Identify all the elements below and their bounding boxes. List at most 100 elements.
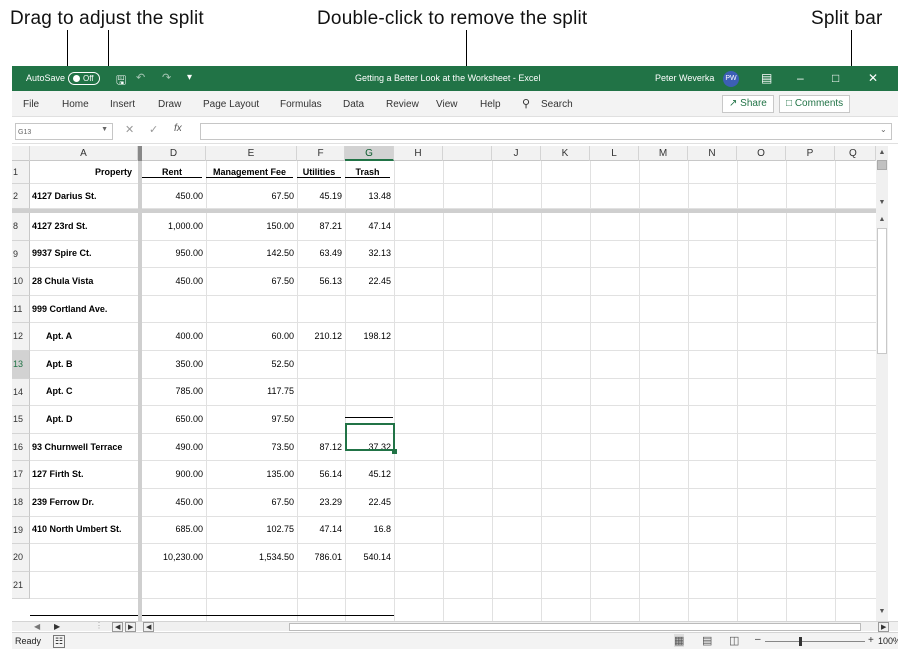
enter-icon[interactable]: ✓: [149, 123, 158, 136]
customize-icon[interactable]: ▾: [187, 72, 192, 83]
cell-g12[interactable]: 198.12: [345, 331, 391, 341]
cell-f16[interactable]: 87.12: [297, 442, 342, 452]
row-header-20[interactable]: 20: [12, 544, 30, 572]
cell-g9[interactable]: 32.13: [345, 248, 391, 258]
cell-a2[interactable]: 4127 Darius St.: [32, 191, 97, 201]
row-header-2[interactable]: 2: [12, 184, 30, 209]
tab-help[interactable]: Help: [480, 99, 501, 110]
zoom-out-icon[interactable]: –: [755, 634, 761, 645]
cell-e8[interactable]: 150.00: [206, 221, 294, 231]
vertical-scrollbar[interactable]: ▲ ▼ ▲ ▼: [876, 146, 888, 621]
cell-f17[interactable]: 56.14: [297, 469, 342, 479]
cell-e16[interactable]: 73.50: [206, 442, 294, 452]
cell-a14[interactable]: Apt. C: [46, 386, 73, 396]
row-header-18[interactable]: 18: [12, 489, 30, 517]
cell-a15[interactable]: Apt. D: [46, 414, 73, 424]
column-header-i[interactable]: [443, 146, 492, 161]
page-layout-view-icon[interactable]: ▤: [702, 634, 712, 647]
cancel-icon[interactable]: ✕: [125, 123, 134, 136]
prev-sheet-icon[interactable]: ◀: [34, 622, 40, 631]
search-icon[interactable]: ⚲: [522, 97, 530, 110]
accessibility-icon[interactable]: ☷: [53, 635, 66, 648]
scroll-down-top-icon[interactable]: ▼: [876, 197, 888, 209]
tab-data[interactable]: Data: [343, 99, 364, 110]
chevron-down-icon[interactable]: ▼: [101, 126, 108, 133]
active-cell-g13[interactable]: [345, 423, 395, 451]
tab-formulas[interactable]: Formulas: [280, 99, 322, 110]
cell-d1[interactable]: Rent: [142, 167, 202, 178]
cell-a17[interactable]: 127 Firth St.: [32, 469, 84, 479]
column-header-o[interactable]: O: [737, 146, 786, 161]
save-icon[interactable]: 🖫: [116, 71, 126, 92]
tab-split-handle-icon[interactable]: ⋮: [95, 621, 103, 630]
scroll-left-right-pane-icon[interactable]: ◀: [143, 622, 155, 632]
row-header-1[interactable]: 1: [12, 161, 30, 184]
cell-f1[interactable]: Utilities: [297, 167, 341, 178]
column-header-p[interactable]: P: [786, 146, 835, 161]
cell-d20[interactable]: 10,230.00: [142, 552, 203, 562]
cell-d18[interactable]: 450.00: [142, 497, 203, 507]
cell-d2[interactable]: 450.00: [142, 191, 203, 201]
column-header-d[interactable]: D: [142, 146, 206, 161]
cell-f2[interactable]: 45.19: [297, 191, 342, 201]
tab-draw[interactable]: Draw: [158, 99, 181, 110]
cell-g1[interactable]: Trash: [345, 167, 390, 178]
maximize-icon[interactable]: □: [832, 71, 839, 85]
search-box[interactable]: Search: [541, 99, 573, 110]
tab-file[interactable]: File: [23, 99, 39, 110]
scroll-divider-icon[interactable]: ▶: [125, 622, 137, 632]
cell-e14[interactable]: 117.75: [206, 386, 294, 396]
tab-review[interactable]: Review: [386, 99, 419, 110]
cell-d12[interactable]: 400.00: [142, 331, 203, 341]
cell-d14[interactable]: 785.00: [142, 386, 203, 396]
column-header-a[interactable]: A: [30, 146, 138, 161]
share-button[interactable]: ↗ Share: [722, 95, 774, 113]
column-header-m[interactable]: M: [639, 146, 688, 161]
cell-f10[interactable]: 56.13: [297, 276, 342, 286]
cell-f8[interactable]: 87.21: [297, 221, 342, 231]
close-icon[interactable]: ✕: [868, 71, 878, 85]
cell-e13[interactable]: 52.50: [206, 359, 294, 369]
page-break-view-icon[interactable]: ◫: [729, 634, 739, 647]
cell-g10[interactable]: 22.45: [345, 276, 391, 286]
cell-a9[interactable]: 9937 Spire Ct.: [32, 248, 92, 258]
scroll-down-icon[interactable]: ▼: [876, 606, 888, 618]
cell-a13[interactable]: Apt. B: [46, 359, 73, 369]
cell-d8[interactable]: 1,000.00: [142, 221, 203, 231]
cell-e18[interactable]: 67.50: [206, 497, 294, 507]
cell-e19[interactable]: 102.75: [206, 524, 294, 534]
cell-g8[interactable]: 47.14: [345, 221, 391, 231]
tab-insert[interactable]: Insert: [110, 99, 135, 110]
cell-a18[interactable]: 239 Ferrow Dr.: [32, 497, 94, 507]
cell-a12[interactable]: Apt. A: [46, 331, 72, 341]
cell-a8[interactable]: 4127 23rd St.: [32, 221, 88, 231]
fill-handle[interactable]: [392, 449, 397, 454]
row-header-21[interactable]: 21: [12, 571, 30, 600]
cell-g17[interactable]: 45.12: [345, 469, 391, 479]
cell-g19[interactable]: 16.8: [345, 524, 391, 534]
row-header-10[interactable]: 10: [12, 268, 30, 296]
column-header-g[interactable]: G: [345, 146, 394, 161]
cell-g18[interactable]: 22.45: [345, 497, 391, 507]
ribbon-display-icon[interactable]: ▤: [761, 71, 772, 85]
row-header-15[interactable]: 15: [12, 406, 30, 434]
row-header-9[interactable]: 9: [12, 240, 30, 269]
row-header-14[interactable]: 14: [12, 378, 30, 407]
cell-e2[interactable]: 67.50: [206, 191, 294, 201]
row-header-12[interactable]: 12: [12, 323, 30, 351]
cell-f9[interactable]: 63.49: [297, 248, 342, 258]
scroll-thumb-top[interactable]: [877, 160, 887, 170]
user-avatar[interactable]: PW: [723, 71, 739, 87]
row-header-11[interactable]: 11: [12, 295, 30, 324]
column-header-l[interactable]: L: [590, 146, 639, 161]
minimize-icon[interactable]: –: [797, 71, 804, 85]
formula-input[interactable]: [200, 123, 892, 140]
cell-a1[interactable]: Property: [30, 167, 138, 177]
tab-home[interactable]: Home: [62, 99, 89, 110]
worksheet-grid[interactable]: A D E F G H J K L M N O P Q 1 Property Ren…: [12, 146, 898, 621]
tab-page-layout[interactable]: Page Layout: [203, 99, 259, 110]
cell-e9[interactable]: 142.50: [206, 248, 294, 258]
column-header-e[interactable]: E: [206, 146, 297, 161]
cell-e15[interactable]: 97.50: [206, 414, 294, 424]
cell-a11[interactable]: 999 Cortland Ave.: [32, 304, 107, 314]
